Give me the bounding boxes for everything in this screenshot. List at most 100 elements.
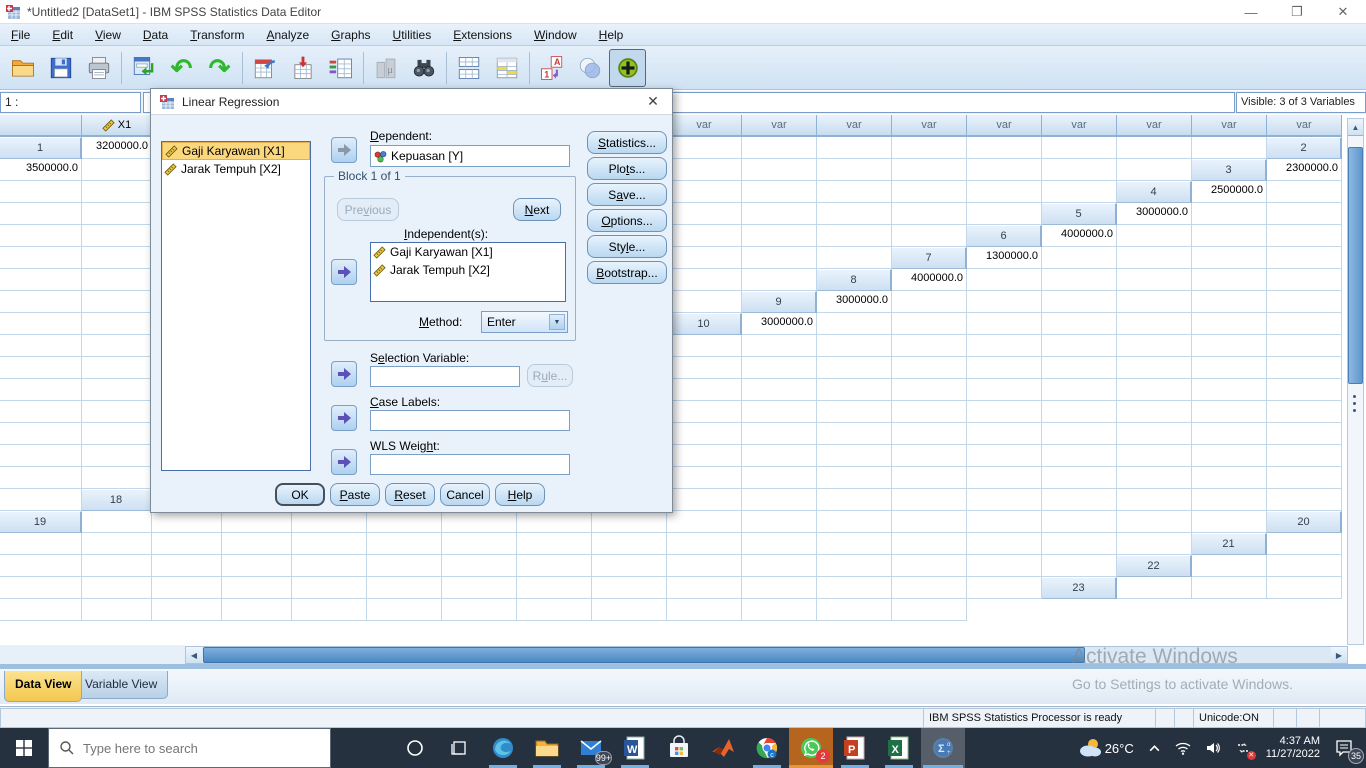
data-cell[interactable] xyxy=(592,533,667,555)
data-cell[interactable] xyxy=(1117,401,1192,423)
chrome-icon[interactable]: c xyxy=(745,728,789,768)
data-cell[interactable] xyxy=(892,467,967,489)
data-cell[interactable] xyxy=(1267,247,1342,269)
data-cell[interactable] xyxy=(1192,445,1267,467)
data-cell[interactable] xyxy=(892,225,967,247)
column-header-var[interactable]: var xyxy=(1267,115,1342,137)
data-cell[interactable] xyxy=(1117,357,1192,379)
data-cell[interactable] xyxy=(667,225,742,247)
data-cell[interactable] xyxy=(967,423,1042,445)
data-cell[interactable] xyxy=(1192,137,1267,159)
open-data-icon[interactable] xyxy=(4,49,41,87)
matlab-icon[interactable] xyxy=(701,728,745,768)
data-cell[interactable] xyxy=(1267,489,1342,511)
variable-list-item[interactable]: Gaji Karyawan [X1] xyxy=(162,142,310,160)
data-cell[interactable] xyxy=(817,137,892,159)
data-cell[interactable] xyxy=(152,533,222,555)
data-cell[interactable] xyxy=(742,467,817,489)
data-cell[interactable] xyxy=(1192,511,1267,533)
data-cell[interactable] xyxy=(1192,467,1267,489)
data-cell[interactable] xyxy=(1042,445,1117,467)
cell-x1-row6[interactable]: 4000000.0 xyxy=(1042,225,1117,247)
data-cell[interactable] xyxy=(967,269,1042,291)
data-cell[interactable] xyxy=(1042,181,1117,203)
vertical-scroll-thumb[interactable] xyxy=(1348,147,1363,384)
cell-x1-row7[interactable]: 1300000.0 xyxy=(967,247,1042,269)
row-number[interactable]: 18 xyxy=(82,489,152,511)
data-cell[interactable] xyxy=(1042,313,1117,335)
variable-sets-icon[interactable] xyxy=(571,49,608,87)
column-header-var[interactable]: var xyxy=(892,115,967,137)
pane-splitter-handle[interactable] xyxy=(1353,391,1356,416)
data-cell[interactable] xyxy=(667,467,742,489)
data-cell[interactable] xyxy=(1117,533,1192,555)
data-cell[interactable] xyxy=(667,357,742,379)
data-cell[interactable] xyxy=(1267,401,1342,423)
data-cell[interactable] xyxy=(817,401,892,423)
data-cell[interactable] xyxy=(1267,313,1342,335)
data-cell[interactable] xyxy=(0,401,82,423)
data-cell[interactable] xyxy=(152,577,222,599)
data-cell[interactable] xyxy=(222,555,292,577)
cell-x1-row2[interactable]: 3500000.0 xyxy=(0,159,82,181)
menu-extensions[interactable]: Extensions xyxy=(442,24,523,46)
data-cell[interactable] xyxy=(1117,511,1192,533)
vertical-scrollbar[interactable]: ▲ xyxy=(1347,118,1364,645)
row-number[interactable]: 3 xyxy=(1192,159,1267,181)
column-header-var[interactable]: var xyxy=(667,115,742,137)
data-cell[interactable] xyxy=(667,181,742,203)
dialog-close-icon[interactable]: ✕ xyxy=(638,91,668,112)
data-cell[interactable] xyxy=(0,445,82,467)
data-cell[interactable] xyxy=(0,467,82,489)
data-cell[interactable] xyxy=(742,203,817,225)
data-cell[interactable] xyxy=(292,599,367,621)
row-number[interactable]: 21 xyxy=(1192,533,1267,555)
data-cell[interactable] xyxy=(667,511,742,533)
data-cell[interactable] xyxy=(742,335,817,357)
data-cell[interactable] xyxy=(517,511,592,533)
menu-analyze[interactable]: Analyze xyxy=(255,24,320,46)
style-button[interactable]: Style... xyxy=(587,235,667,258)
rule-button[interactable]: Rule... xyxy=(527,364,573,387)
data-cell[interactable] xyxy=(892,599,967,621)
row-number[interactable]: 10 xyxy=(667,313,742,335)
data-cell[interactable] xyxy=(152,511,222,533)
data-cell[interactable] xyxy=(892,203,967,225)
cell-x1-row23[interactable] xyxy=(1117,577,1192,599)
data-cell[interactable] xyxy=(517,533,592,555)
data-cell[interactable] xyxy=(667,269,742,291)
tray-clock[interactable]: 4:37 AM 11/27/2022 xyxy=(1258,735,1328,761)
data-cell[interactable] xyxy=(967,533,1042,555)
value-labels-icon[interactable] xyxy=(488,49,525,87)
data-cell[interactable] xyxy=(1267,423,1342,445)
save-icon[interactable] xyxy=(42,49,79,87)
data-cell[interactable] xyxy=(742,577,817,599)
data-cell[interactable] xyxy=(1117,445,1192,467)
move-case-labels-button[interactable] xyxy=(331,405,357,431)
scroll-right-icon[interactable]: ▶ xyxy=(1331,647,1347,663)
data-cell[interactable] xyxy=(967,445,1042,467)
data-cell[interactable] xyxy=(0,555,82,577)
data-cell[interactable] xyxy=(1117,159,1192,181)
scroll-up-icon[interactable]: ▲ xyxy=(1348,119,1363,136)
cortana-icon[interactable] xyxy=(393,728,437,768)
move-dependent-button[interactable] xyxy=(331,137,357,163)
data-cell[interactable] xyxy=(667,137,742,159)
data-cell[interactable] xyxy=(817,159,892,181)
horizontal-scroll-thumb[interactable] xyxy=(203,647,1085,663)
data-cell[interactable] xyxy=(1117,489,1192,511)
data-cell[interactable] xyxy=(367,511,442,533)
data-cell[interactable] xyxy=(967,511,1042,533)
data-cell[interactable] xyxy=(1042,137,1117,159)
data-cell[interactable] xyxy=(82,555,152,577)
data-cell[interactable] xyxy=(892,357,967,379)
data-cell[interactable] xyxy=(517,555,592,577)
data-cell[interactable] xyxy=(1117,335,1192,357)
data-cell[interactable] xyxy=(667,291,742,313)
data-cell[interactable] xyxy=(82,357,152,379)
data-cell[interactable] xyxy=(742,423,817,445)
data-cell[interactable] xyxy=(1192,379,1267,401)
row-number[interactable]: 22 xyxy=(1117,555,1192,577)
close-button[interactable]: ✕ xyxy=(1320,0,1366,24)
data-cell[interactable] xyxy=(817,467,892,489)
